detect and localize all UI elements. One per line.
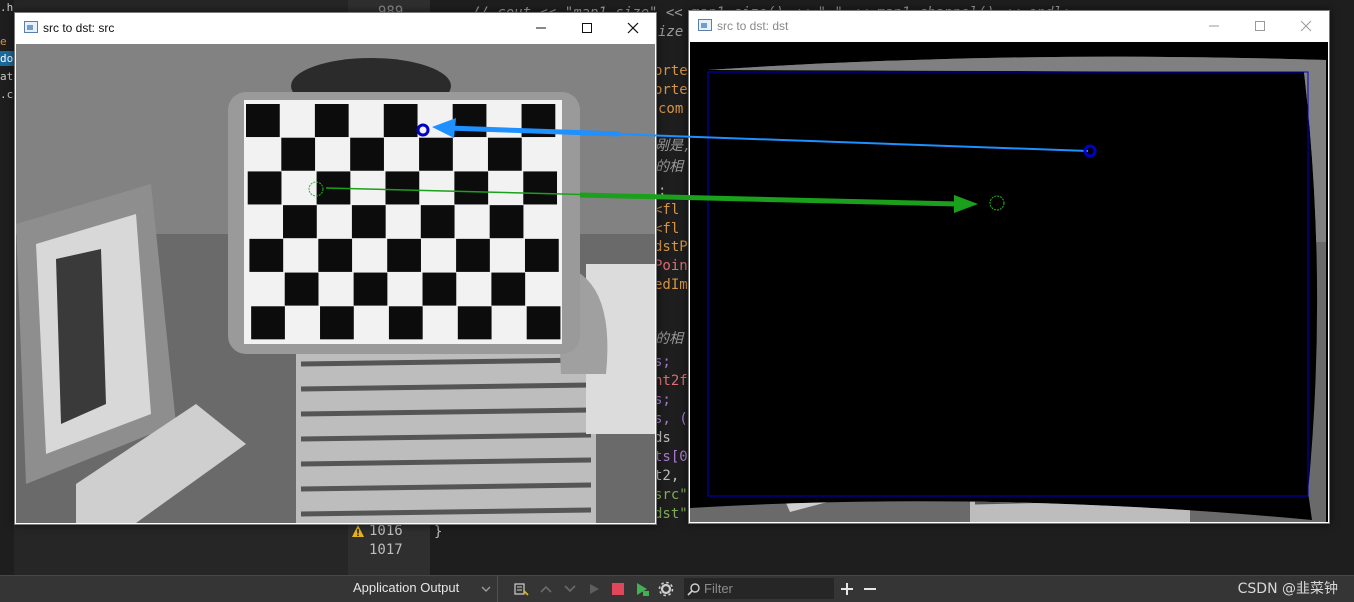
checker-square [353,272,388,306]
watermark: CSDN @韭菜钟 [1237,581,1338,597]
code-token: <fl [654,221,680,237]
checker-square [491,272,526,306]
checker-square [457,306,492,340]
code-token: Poin [654,258,688,274]
checker-square [419,137,453,171]
checker-square [387,238,421,272]
checker-square [314,104,349,138]
filter-icon [687,583,700,596]
line-number: 1016 [369,523,403,539]
minimize-icon [1209,25,1219,27]
title-bar[interactable]: src to dst: src [15,13,656,43]
checker-square [456,238,490,272]
checker-square [316,171,351,205]
plus-icon[interactable] [838,580,856,598]
title-bar[interactable]: src to dst: dst [689,11,1329,41]
code-brace: } [434,524,443,540]
code-string: src" [654,487,688,503]
checker-square [350,137,384,171]
close-icon [627,22,639,34]
checker-square [247,171,282,205]
line-number: 1017 [369,542,403,558]
code-comment: 的相 [655,159,683,175]
checker-square [320,306,354,340]
run-icon[interactable] [585,580,603,598]
checker-square [454,171,489,205]
maximize-button[interactable] [564,13,610,43]
checker-square [489,205,524,239]
maximize-button[interactable] [1237,11,1283,41]
close-icon [1300,20,1312,32]
src-image-window[interactable]: src to dst: src [14,12,657,525]
minimize-button[interactable] [518,13,564,43]
project-tree: .h e do ati .cp [0,0,16,575]
checker-square [422,272,457,306]
checker-square [487,137,522,171]
code-comment: 剐是, [655,138,692,154]
output-pane-toolbar: Application Output CSDN @韭菜钟 [0,575,1354,602]
close-button[interactable] [1283,11,1329,41]
checker-square [281,137,316,171]
filter-input[interactable] [704,578,829,599]
checker-square [385,171,420,205]
warning-icon [352,525,364,537]
close-button[interactable] [610,13,656,43]
output-pane-selector[interactable]: Application Output [348,576,498,602]
code-comment: 的相 [655,331,683,347]
checker-square [318,238,353,272]
checker-square [526,306,561,340]
checker-square [388,306,423,340]
code-token: orte [654,63,688,79]
chevron-down-icon[interactable] [561,580,579,598]
code-token: nt2f [654,373,688,389]
checker-square [383,104,418,138]
chevron-down-icon [481,586,491,592]
checker-square [452,104,487,138]
maximize-icon [582,23,592,33]
filter-box [684,578,834,599]
dst-image-window[interactable]: src to dst: dst [688,10,1330,524]
checker-square [251,306,285,340]
code-token: com [658,101,684,117]
maximize-icon [1255,21,1265,31]
checker-square [420,205,455,239]
src-image-canvas[interactable] [16,44,655,523]
code-token: s, ( [654,411,688,427]
code-token: t2, [654,468,680,484]
rerun-icon[interactable] [633,580,651,598]
code-token: <fl [654,202,680,218]
dst-image-canvas[interactable] [690,42,1328,522]
code-token: dstP [654,239,688,255]
minimize-icon [536,27,546,29]
window-title: src to dst: src [43,21,115,35]
checker-square [351,205,386,239]
code-token: ts[0 [654,449,688,465]
code-comment: ize [658,24,684,40]
checker-square [521,104,556,138]
minus-icon[interactable] [861,580,879,598]
gear-icon[interactable] [657,580,675,598]
code-token: ; [658,183,667,199]
app-window-icon [698,19,712,31]
code-string: dst" [654,506,688,522]
clear-output-icon[interactable] [512,580,530,598]
checker-square [523,171,558,205]
checker-square [246,104,280,138]
app-window-icon [24,21,38,33]
checker-square [283,205,317,239]
chevron-up-icon[interactable] [537,580,555,598]
output-pane-label: Application Output [353,580,460,595]
minimize-button[interactable] [1191,11,1237,41]
checker-square [284,272,319,306]
stop-icon[interactable] [609,580,627,598]
checker-square [524,238,559,272]
code-token: edIm [654,277,688,293]
window-title: src to dst: dst [717,19,789,33]
checker-square [249,238,284,272]
